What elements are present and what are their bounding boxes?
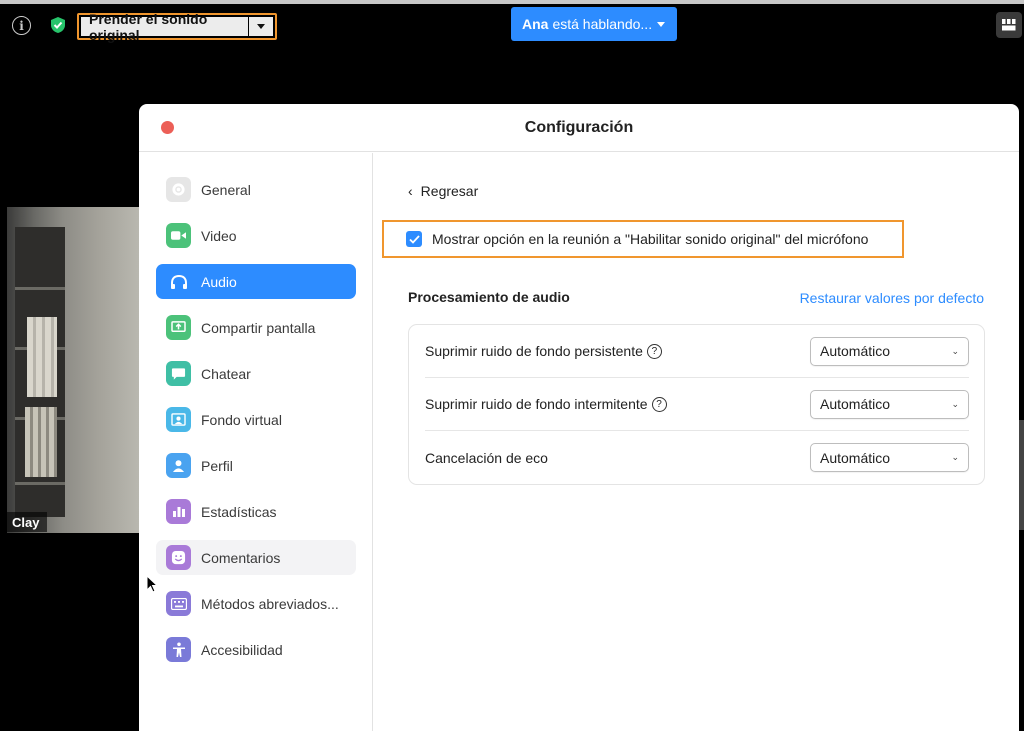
settings-sidebar: General Video Audio Compartir pantalla C… xyxy=(139,153,373,731)
back-label: Regresar xyxy=(420,183,479,199)
sidebar-item-feedback[interactable]: Comentarios xyxy=(156,540,356,575)
feedback-smile-icon xyxy=(166,545,191,570)
keyboard-icon xyxy=(166,591,191,616)
close-window-button[interactable] xyxy=(161,121,174,134)
restore-defaults-link[interactable]: Restaurar valores por defecto xyxy=(800,290,984,306)
sidebar-item-label: Compartir pantalla xyxy=(201,319,316,336)
gallery-view-icon[interactable] xyxy=(996,12,1022,38)
setting-row-intermittent-noise: Suprimir ruido de fondo intermitente ? A… xyxy=(425,378,969,431)
sidebar-item-label: Métodos abreviados... xyxy=(201,595,339,612)
original-sound-checkbox[interactable] xyxy=(406,231,422,247)
headphones-icon xyxy=(166,269,191,294)
sidebar-item-label: Estadísticas xyxy=(201,503,277,520)
mouse-cursor-icon xyxy=(146,574,159,598)
sidebar-item-label: Video xyxy=(201,227,237,244)
caret-down-icon xyxy=(657,22,665,27)
setting-label: Suprimir ruido de fondo intermitente xyxy=(425,396,648,412)
setting-label-wrap: Suprimir ruido de fondo intermitente ? xyxy=(425,396,667,412)
sidebar-item-video[interactable]: Video xyxy=(156,218,356,253)
setting-label: Suprimir ruido de fondo persistente xyxy=(425,343,643,359)
setting-label-wrap: Cancelación de eco xyxy=(425,450,548,466)
original-sound-button[interactable]: Prender el sonido original xyxy=(81,11,248,43)
sidebar-item-label: Comentarios xyxy=(201,549,281,566)
virtual-background-icon xyxy=(166,407,191,432)
setting-label: Cancelación de eco xyxy=(425,449,548,466)
select-value: Automático xyxy=(820,343,891,359)
sidebar-item-audio[interactable]: Audio xyxy=(156,264,356,299)
video-camera-icon xyxy=(166,223,191,248)
shield-check-icon[interactable] xyxy=(48,15,68,35)
participant-name-label: Clay xyxy=(7,512,47,532)
original-sound-dropdown[interactable] xyxy=(249,17,273,36)
echo-cancellation-select[interactable]: Automático ⌄ xyxy=(810,443,969,472)
sidebar-item-label: General xyxy=(201,181,251,198)
setting-row-echo-cancellation: Cancelación de eco Automático ⌄ xyxy=(425,431,969,484)
chevron-down-icon: ⌄ xyxy=(951,452,959,462)
info-icon[interactable]: i xyxy=(12,16,31,35)
audio-processing-panel: Suprimir ruido de fondo persistente ? Au… xyxy=(408,324,985,485)
original-sound-option[interactable]: Mostrar opción en la reunión a "Habilita… xyxy=(382,220,904,258)
sidebar-item-general[interactable]: General xyxy=(156,172,356,207)
share-screen-icon xyxy=(166,315,191,340)
sidebar-item-label: Perfil xyxy=(201,457,233,474)
books-image xyxy=(25,407,57,477)
screen-top-edge xyxy=(0,0,1024,4)
help-icon[interactable]: ? xyxy=(651,396,667,412)
active-speaker-button[interactable]: Ana está hablando... xyxy=(511,7,677,41)
sidebar-item-shortcuts[interactable]: Métodos abreviados... xyxy=(156,586,356,621)
window-title: Configuración xyxy=(524,118,634,136)
sidebar-item-profile[interactable]: Perfil xyxy=(156,448,356,483)
select-value: Automático xyxy=(820,449,891,466)
caret-down-icon xyxy=(257,24,265,29)
statistics-icon xyxy=(166,499,191,524)
participant-video xyxy=(7,207,147,533)
sidebar-item-label: Audio xyxy=(201,273,237,290)
original-sound-control: Prender el sonido original xyxy=(77,11,277,43)
sidebar-item-label: Chatear xyxy=(201,365,251,382)
back-button[interactable]: ‹ Regresar xyxy=(408,183,478,199)
setting-row-persistent-noise: Suprimir ruido de fondo persistente ? Au… xyxy=(425,325,969,378)
sidebar-item-share-screen[interactable]: Compartir pantalla xyxy=(156,310,356,345)
sidebar-item-chat[interactable]: Chatear xyxy=(156,356,356,391)
accessibility-icon xyxy=(166,637,191,662)
chevron-down-icon: ⌄ xyxy=(951,398,959,409)
books-image xyxy=(27,317,57,397)
sidebar-item-statistics[interactable]: Estadísticas xyxy=(156,494,356,529)
speaker-name: Ana xyxy=(522,16,549,32)
sidebar-item-virtual-background[interactable]: Fondo virtual xyxy=(156,402,356,437)
sidebar-item-accessibility[interactable]: Accesibilidad xyxy=(156,632,356,667)
setting-label-wrap: Suprimir ruido de fondo persistente ? xyxy=(425,343,662,359)
settings-window: Configuración General Video Audio Compar… xyxy=(139,104,1019,731)
section-title: Procesamiento de audio xyxy=(408,289,570,305)
chat-bubble-icon xyxy=(166,361,191,386)
sidebar-item-label: Accesibilidad xyxy=(201,641,283,658)
original-sound-option-label: Mostrar opción en la reunión a "Habilita… xyxy=(432,231,869,247)
settings-titlebar: Configuración xyxy=(139,104,1019,152)
gear-icon xyxy=(166,177,191,202)
chevron-left-icon: ‹ xyxy=(408,183,413,199)
profile-icon xyxy=(166,453,191,478)
help-icon[interactable]: ? xyxy=(646,343,662,359)
speaker-status: está hablando... xyxy=(552,16,653,32)
select-value: Automático xyxy=(820,396,891,412)
intermittent-noise-select[interactable]: Automático ⌄ xyxy=(810,389,969,419)
chevron-down-icon: ⌄ xyxy=(951,345,959,356)
sidebar-item-label: Fondo virtual xyxy=(201,411,282,428)
persistent-noise-select[interactable]: Automático ⌄ xyxy=(810,336,969,366)
audio-settings-panel: ‹ Regresar Mostrar opción en la reunión … xyxy=(374,153,1019,731)
